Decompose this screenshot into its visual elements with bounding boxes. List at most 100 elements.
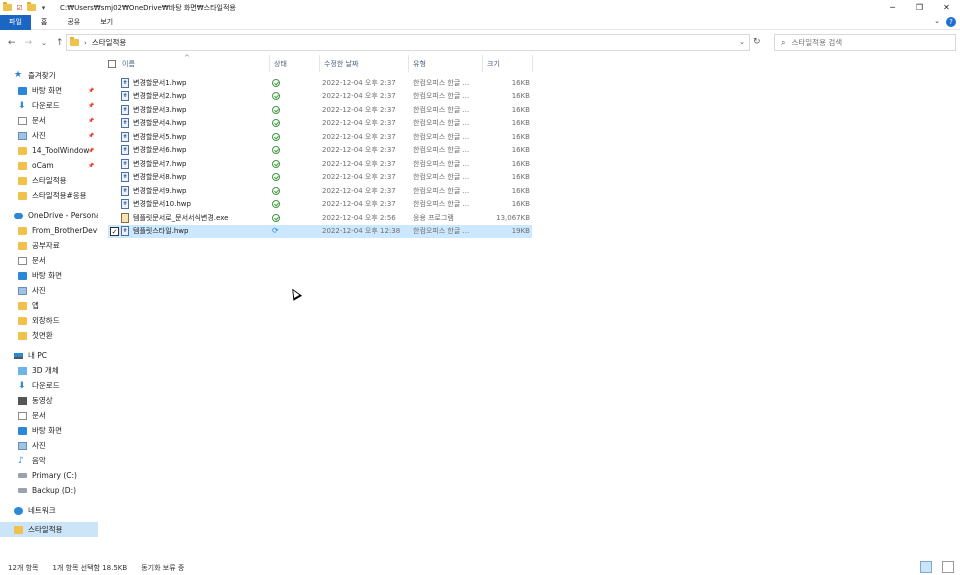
sidebar-item[interactable]: 내 PC: [0, 348, 98, 363]
sidebar-item[interactable]: 문서 📌: [0, 113, 98, 128]
sidebar-item[interactable]: ⬇ 다운로드 📌: [0, 98, 98, 113]
sidebar-item[interactable]: 앱: [0, 298, 98, 313]
address-bar[interactable]: › 스타일적용 ⌄: [66, 34, 750, 51]
breadcrumb-separator-icon[interactable]: ›: [84, 39, 87, 47]
large-icons-view-button[interactable]: [942, 561, 954, 573]
synced-check-icon: [272, 92, 280, 101]
up-icon[interactable]: ↑: [56, 38, 64, 48]
file-name-cell[interactable]: ㅎ 변경할문서10.hwp: [121, 198, 269, 212]
file-row[interactable]: ㅎ 변경할문서4.hwp 2022-12-04 오후 2:37 한컴오피스 한글 ..…: [108, 117, 532, 131]
file-row[interactable]: ㅎ 변경할문서1.hwp 2022-12-04 오후 2:37 한컴오피스 한글 ..…: [108, 76, 532, 90]
sidebar-item[interactable]: OneDrive - Personal: [0, 208, 98, 223]
sidebar-item[interactable]: Backup (D:): [0, 483, 98, 498]
synced-check-icon: [272, 119, 280, 128]
sidebar-item[interactable]: ♪ 음악: [0, 453, 98, 468]
sidebar-item[interactable]: 공부자료: [0, 238, 98, 253]
column-status[interactable]: 상태: [270, 55, 320, 72]
file-name-cell[interactable]: ㅎ 변경할문서6.hwp: [121, 144, 269, 158]
expand-ribbon-icon[interactable]: ⌄: [934, 17, 940, 25]
minimize-button[interactable]: ─: [879, 0, 906, 15]
sidebar-item[interactable]: 바탕 화면: [0, 268, 98, 283]
column-size[interactable]: 크기: [483, 55, 533, 72]
file-row[interactable]: ㅎ 변경할문서8.hwp 2022-12-04 오후 2:37 한컴오피스 한글 ..…: [108, 171, 532, 185]
sidebar-item[interactable]: 동영상: [0, 393, 98, 408]
file-row[interactable]: ㅎ 변경할문서6.hwp 2022-12-04 오후 2:37 한컴오피스 한글 ..…: [108, 144, 532, 158]
sidebar-item[interactable]: 스타일적용#응용: [0, 188, 98, 203]
properties-icon[interactable]: ☑: [15, 3, 24, 13]
sidebar-item[interactable]: 3D 개체: [0, 363, 98, 378]
file-name-cell[interactable]: ㅎ 템플릿스타일.hwp: [121, 225, 269, 239]
restore-button[interactable]: ❐: [906, 0, 933, 15]
tab-view[interactable]: 보기: [90, 15, 123, 30]
address-dropdown-icon[interactable]: ⌄: [739, 38, 745, 46]
sidebar-item[interactable]: 사진 📌: [0, 128, 98, 143]
synced-check-icon: [272, 78, 280, 87]
document-icon: [18, 256, 27, 265]
tab-file[interactable]: 파일: [0, 14, 31, 30]
sidebar-item[interactable]: 사진: [0, 438, 98, 453]
hwp-file-icon: ㅎ: [121, 172, 129, 183]
file-name-cell[interactable]: ㅎ 변경할문서3.hwp: [121, 103, 269, 117]
file-name-cell[interactable]: ㅎ 변경할문서5.hwp: [121, 130, 269, 144]
file-name-cell[interactable]: ㅎ 변경할문서1.hwp: [121, 76, 269, 90]
search-box[interactable]: ⌕: [774, 34, 956, 51]
forward-icon[interactable]: →: [25, 38, 33, 48]
folder-icon: [18, 226, 27, 235]
tab-home[interactable]: 홈: [31, 15, 57, 30]
file-row[interactable]: ㅎ 변경할문서10.hwp 2022-12-04 오후 2:37 한컴오피스 한글 .…: [108, 198, 532, 212]
sidebar-item-label: 외장하드: [32, 316, 60, 325]
file-size: 16KB: [511, 105, 530, 114]
file-row[interactable]: ㅎ 변경할문서3.hwp 2022-12-04 오후 2:37 한컴오피스 한글 ..…: [108, 103, 532, 117]
synced-check-icon: [272, 213, 280, 222]
file-row[interactable]: ㅎ 변경할문서7.hwp 2022-12-04 오후 2:37 한컴오피스 한글 ..…: [108, 157, 532, 171]
sidebar-item[interactable]: oCam 📌: [0, 158, 98, 173]
select-all-checkbox[interactable]: [108, 60, 116, 68]
sidebar-item[interactable]: ★ 즐겨찾기: [0, 68, 98, 83]
file-row[interactable]: ㅎ 변경할문서2.hwp 2022-12-04 오후 2:37 한컴오피스 한글 ..…: [108, 90, 532, 104]
sidebar-item[interactable]: 스타일적용: [0, 522, 98, 537]
column-type[interactable]: 유형: [409, 55, 483, 72]
sidebar-item[interactable]: 네트워크: [0, 503, 98, 518]
file-row[interactable]: 템플릿문서로_문서서식변경.exe 2022-12-04 오후 2:56 응용 프로…: [108, 211, 532, 225]
sidebar-item[interactable]: 문서: [0, 408, 98, 423]
sidebar-item[interactable]: 문서: [0, 253, 98, 268]
sidebar-item[interactable]: ⬇ 다운로드: [0, 378, 98, 393]
details-view-button[interactable]: [920, 561, 932, 573]
file-name-cell[interactable]: ㅎ 변경할문서8.hwp: [121, 171, 269, 185]
customize-toolbar-icon[interactable]: ▾: [39, 3, 48, 13]
breadcrumb[interactable]: 스타일적용: [92, 37, 127, 48]
sidebar-item-label: 바탕 화면: [32, 271, 62, 280]
back-icon[interactable]: ←: [8, 38, 16, 48]
row-checkbox[interactable]: ✓: [110, 226, 119, 236]
sidebar-item[interactable]: 외장하드: [0, 313, 98, 328]
file-name-cell[interactable]: ㅎ 변경할문서2.hwp: [121, 90, 269, 104]
file-row[interactable]: ✓ ㅎ 템플릿스타일.hwp ⟳ 2022-12-04 오후 12:38 한컴오피스 한글…: [108, 224, 532, 239]
file-name-cell[interactable]: ㅎ 변경할문서7.hwp: [121, 157, 269, 171]
tab-share[interactable]: 공유: [57, 15, 90, 30]
sidebar-item-label: Backup (D:): [32, 486, 77, 495]
file-name-cell[interactable]: 템플릿문서로_문서서식변경.exe: [121, 211, 269, 225]
file-date: 2022-12-04 오후 2:37: [322, 186, 396, 195]
sync-status-cell: [272, 130, 286, 144]
help-button[interactable]: ?: [946, 17, 956, 27]
close-button[interactable]: ✕: [933, 0, 960, 15]
file-name-cell[interactable]: ㅎ 변경할문서9.hwp: [121, 184, 269, 198]
column-date[interactable]: 수정한 날짜: [320, 55, 409, 72]
refresh-icon[interactable]: ↻: [753, 37, 761, 47]
recent-locations-icon[interactable]: ⌄: [41, 39, 47, 47]
sidebar-item[interactable]: 스타일적용: [0, 173, 98, 188]
sidebar-item[interactable]: 바탕 화면: [0, 423, 98, 438]
sidebar-item[interactable]: From_BrotherDevice: [0, 223, 98, 238]
sidebar-item[interactable]: 첫면환: [0, 328, 98, 343]
file-size: 13,067KB: [496, 213, 530, 222]
sidebar-item[interactable]: 14_ToolWindow 📌: [0, 143, 98, 158]
column-name[interactable]: 이름: [118, 55, 270, 72]
sidebar-item[interactable]: 바탕 화면 📌: [0, 83, 98, 98]
file-name-cell[interactable]: ㅎ 변경할문서4.hwp: [121, 117, 269, 131]
new-folder-icon[interactable]: [27, 2, 36, 13]
sidebar-item[interactable]: 사진: [0, 283, 98, 298]
file-row[interactable]: ㅎ 변경할문서9.hwp 2022-12-04 오후 2:37 한컴오피스 한글 ..…: [108, 184, 532, 198]
file-row[interactable]: ㅎ 변경할문서5.hwp 2022-12-04 오후 2:37 한컴오피스 한글 ..…: [108, 130, 532, 144]
sidebar-item[interactable]: Primary (C:): [0, 468, 98, 483]
search-input[interactable]: [791, 38, 942, 47]
